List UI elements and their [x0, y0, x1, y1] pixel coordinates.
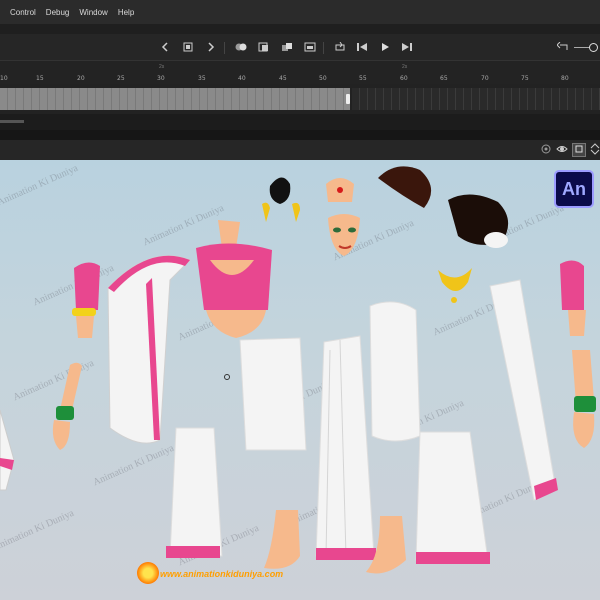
frame-view-icon[interactable] [303, 40, 317, 54]
timeline-layer-track[interactable] [0, 84, 600, 114]
face[interactable] [328, 214, 360, 256]
menu-help[interactable]: Help [113, 8, 139, 17]
ruler-tick-label: 80 [561, 75, 569, 82]
left-upper-arm-skin[interactable] [76, 316, 94, 338]
left-eye [333, 227, 341, 233]
edit-multiple-frames-icon[interactable] [280, 40, 294, 54]
stage-toolbar [0, 140, 600, 160]
left-armlet[interactable] [72, 308, 96, 316]
undo-icon[interactable] [556, 40, 570, 54]
gajra-flowers[interactable] [484, 232, 508, 248]
timeline-scroll-thumb[interactable] [0, 120, 24, 123]
menu-debug[interactable]: Debug [41, 8, 75, 17]
ruler-tick-label: 20 [77, 75, 85, 82]
ruler-tick-label: 10 [0, 75, 8, 82]
panel-gap [0, 24, 600, 34]
left-foot[interactable] [264, 510, 300, 569]
saree-edge-left[interactable] [0, 409, 15, 491]
necklace-pendant [451, 297, 457, 303]
right-eye [348, 227, 356, 233]
ruler-tick-label: 55 [359, 75, 367, 82]
animate-app-logo: An [554, 170, 594, 208]
zoom-slider-handle[interactable] [589, 43, 598, 52]
menu-window[interactable]: Window [74, 8, 112, 17]
ruler-tick-label: 15 [36, 75, 44, 82]
left-hand[interactable] [52, 420, 70, 450]
skirt-left-border [166, 546, 220, 558]
ruler-tick-label: 25 [117, 75, 125, 82]
clip-stage-icon[interactable] [572, 143, 586, 157]
registration-point [224, 374, 230, 380]
skirt-back-panel[interactable] [239, 337, 307, 451]
toolbar-divider [323, 42, 324, 54]
right-sleeve[interactable] [560, 260, 584, 310]
skirt-right-border [416, 552, 490, 564]
toolbar-divider [224, 42, 225, 54]
ruler-seconds-label: 2s [159, 64, 165, 70]
stage-canvas[interactable]: Animation Ki Duniya Animation Ki Duniya … [0, 160, 600, 600]
menu-control[interactable]: Control [0, 8, 41, 17]
ruler-tick-label: 45 [279, 75, 287, 82]
blouse[interactable] [196, 243, 272, 310]
menu-bar: Control Debug Window Help [0, 0, 600, 24]
right-hand[interactable] [573, 412, 595, 448]
onion-outline-icon[interactable] [257, 40, 271, 54]
skirt-right-panel[interactable] [415, 431, 489, 561]
ruler-tick-label: 30 [157, 75, 165, 82]
right-forearm[interactable] [572, 350, 594, 404]
ruler-tick-label: 65 [440, 75, 448, 82]
timeline-ruler[interactable]: 2s 2s 10 15 20 25 30 35 40 45 50 55 60 6… [0, 60, 600, 85]
step-back-icon[interactable] [355, 40, 369, 54]
onion-skin-icon[interactable] [234, 40, 248, 54]
end-keyframe[interactable] [346, 94, 350, 104]
visibility-icon[interactable] [556, 143, 568, 155]
skirt-left-panel[interactable] [169, 427, 223, 557]
center-stage-icon[interactable] [540, 143, 552, 155]
ruler-tick-label: 40 [238, 75, 246, 82]
right-upper-arm-skin[interactable] [568, 310, 586, 336]
earring-left[interactable] [262, 202, 270, 222]
character-parts [0, 166, 596, 574]
earring-right[interactable] [292, 202, 300, 222]
necklace[interactable] [438, 268, 472, 291]
ruler-tick-label: 60 [400, 75, 408, 82]
prev-keyframe-icon[interactable] [158, 40, 172, 54]
empty-frames[interactable] [352, 88, 600, 110]
timeline-scrollbar[interactable] [0, 114, 600, 130]
hair-bun-small[interactable] [269, 177, 291, 204]
step-forward-icon[interactable] [400, 40, 414, 54]
ruler-seconds-label: 2s [402, 64, 408, 70]
pleats-border [316, 548, 376, 560]
midriff[interactable] [206, 310, 266, 338]
left-forearm[interactable] [60, 362, 82, 410]
loop-icon[interactable] [333, 40, 347, 54]
left-bangles[interactable] [56, 406, 74, 420]
website-text: www.animationkiduniya.com [160, 569, 284, 579]
ruler-tick-label: 75 [521, 75, 529, 82]
right-bangles[interactable] [574, 396, 596, 412]
ruler-tick-label: 35 [198, 75, 206, 82]
saree-strip-right[interactable] [489, 279, 557, 501]
left-sleeve[interactable] [74, 262, 100, 310]
filled-frames[interactable] [0, 88, 350, 110]
bindi [337, 187, 343, 193]
timeline-toolbar [0, 34, 600, 60]
panel-gap [0, 130, 600, 140]
play-icon[interactable] [378, 40, 392, 54]
hair-side[interactable] [378, 166, 432, 208]
expand-icon[interactable] [589, 143, 600, 155]
ruler-tick-label: 70 [481, 75, 489, 82]
ruler-tick-label: 50 [319, 75, 327, 82]
skirt-center-panel[interactable] [369, 301, 421, 442]
channel-logo [137, 562, 159, 584]
next-keyframe-icon[interactable] [204, 40, 218, 54]
stop-icon[interactable] [181, 40, 195, 54]
